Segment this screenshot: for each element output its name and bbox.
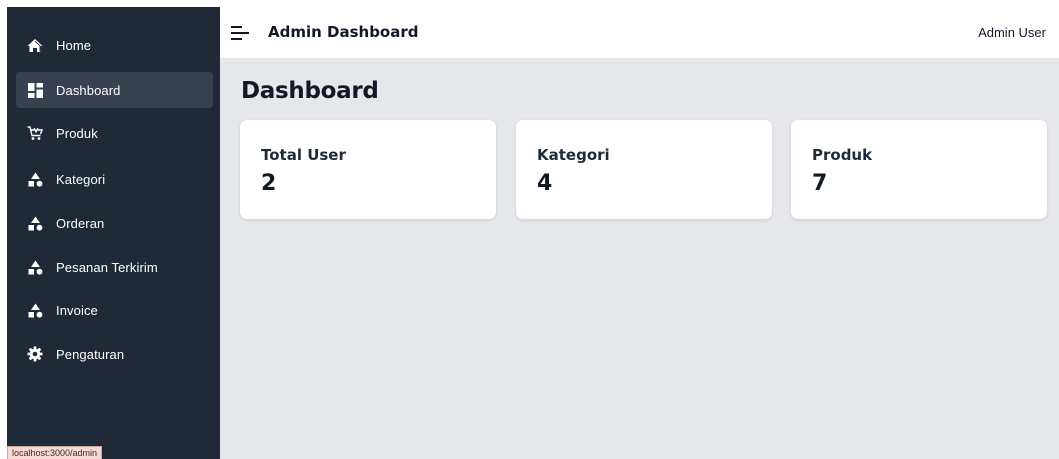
- sidebar-item-kategori[interactable]: Kategori: [16, 161, 213, 197]
- card-label: Total User: [261, 146, 346, 164]
- stat-card-produk: Produk 7: [791, 120, 1047, 219]
- sidebar-item-label: Pengaturan: [56, 346, 125, 362]
- gear-icon: [27, 346, 43, 362]
- sidebar-item-label: Invoice: [56, 302, 98, 318]
- shapes-icon: [27, 171, 43, 187]
- sidebar-item-label: Pesanan Terkirim: [56, 259, 158, 275]
- sidebar-item-label: Home: [56, 37, 92, 53]
- sidebar-item-pengaturan[interactable]: Pengaturan: [16, 336, 213, 372]
- page-title: Dashboard: [241, 78, 379, 104]
- sidebar-item-label: Produk: [56, 125, 98, 141]
- card-value: 2: [261, 171, 277, 196]
- shapes-icon: [27, 215, 43, 231]
- shapes-icon: [27, 259, 43, 275]
- main-content: Dashboard Total User 2 Kategori 4 Produk…: [220, 58, 1059, 459]
- card-value: 4: [537, 171, 553, 196]
- sidebar-item-label: Dashboard: [56, 82, 121, 98]
- sidebar: Home Dashboard Produk Kategori Orderan P…: [7, 7, 220, 459]
- sidebar-item-pesanan-terkirim[interactable]: Pesanan Terkirim: [16, 249, 213, 285]
- user-menu[interactable]: Admin User: [978, 25, 1046, 40]
- stat-card-total-user: Total User 2: [240, 120, 496, 219]
- card-label: Kategori: [537, 146, 610, 164]
- topbar: Admin Dashboard Admin User: [220, 7, 1059, 58]
- sidebar-item-label: Kategori: [56, 171, 106, 187]
- app-root: Home Dashboard Produk Kategori Orderan P…: [0, 0, 1059, 459]
- sidebar-item-home[interactable]: Home: [16, 27, 213, 63]
- sidebar-item-dashboard[interactable]: Dashboard: [16, 72, 213, 108]
- card-label: Produk: [812, 146, 873, 164]
- status-url-tooltip: localhost:3000/admin: [7, 446, 103, 459]
- sidebar-item-label: Orderan: [56, 215, 105, 231]
- app-title: Admin Dashboard: [268, 23, 419, 41]
- stat-card-kategori: Kategori 4: [516, 120, 772, 219]
- sidebar-item-orderan[interactable]: Orderan: [16, 205, 213, 241]
- home-icon: [27, 37, 43, 53]
- sidebar-item-produk[interactable]: Produk: [16, 115, 213, 151]
- dashboard-icon: [27, 82, 43, 98]
- cart-icon: [27, 125, 43, 141]
- menu-toggle-icon[interactable]: [231, 25, 249, 41]
- shapes-icon: [27, 302, 43, 318]
- card-value: 7: [812, 171, 828, 196]
- sidebar-item-invoice[interactable]: Invoice: [16, 292, 213, 328]
